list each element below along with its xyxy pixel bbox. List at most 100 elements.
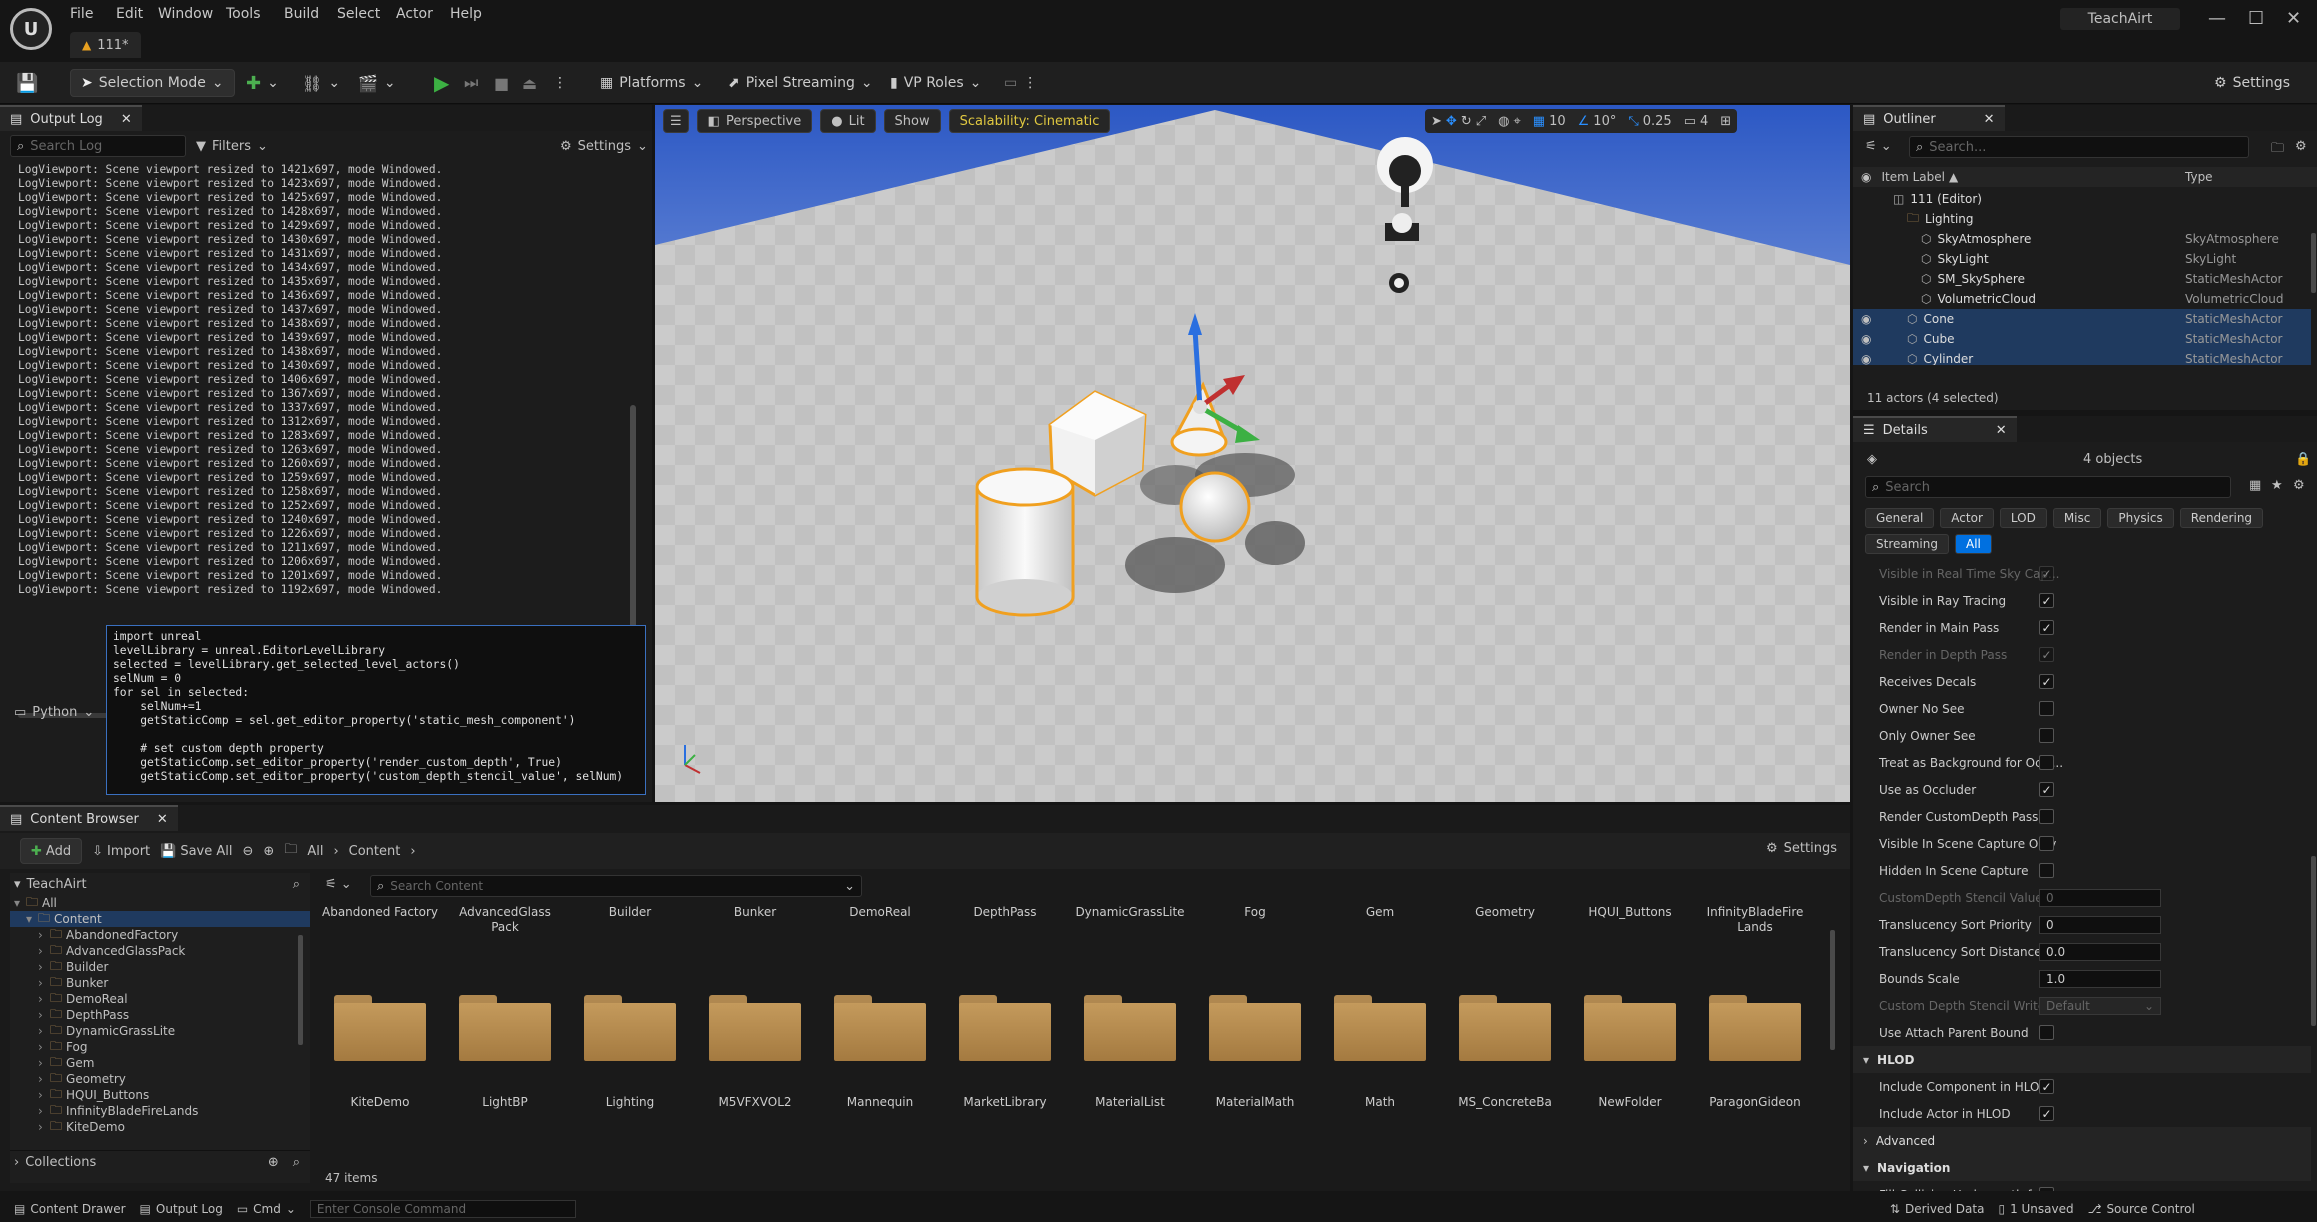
outliner-row[interactable]: ⬡ SkyLight SkyLight — [1853, 249, 2311, 269]
content-search-input[interactable]: ⌕ Search Content ⌄ — [370, 875, 862, 897]
property-checkbox[interactable]: ✓ — [2039, 620, 2054, 635]
selection-mode-dropdown[interactable]: ➤ Selection Mode ⌄ — [70, 69, 235, 97]
close-tab-icon[interactable]: ✕ — [1996, 423, 2007, 438]
category-misc[interactable]: Misc — [2052, 508, 2102, 528]
add-collection-icon[interactable]: ⊕ — [268, 1155, 279, 1170]
eye-icon[interactable]: ◉ — [1861, 352, 1871, 365]
menu-build[interactable]: Build — [284, 6, 319, 22]
property-checkbox[interactable] — [2039, 836, 2054, 851]
camera-speed-icon[interactable]: ▭ — [1684, 114, 1696, 129]
outliner-row[interactable]: ◉ ⬡ Cone StaticMeshActor — [1853, 309, 2311, 329]
property-checkbox[interactable]: ✓ — [2039, 674, 2054, 689]
asset-folder[interactable]: Mannequin — [820, 995, 940, 1155]
asset-scrollbar[interactable] — [1830, 930, 1835, 1050]
select-tool-icon[interactable]: ➤ — [1431, 114, 1442, 129]
chevron-right-icon[interactable]: › — [38, 1088, 50, 1102]
step-button[interactable]: ⏭ — [464, 69, 478, 97]
asset-folder[interactable]: MaterialList — [1070, 995, 1190, 1155]
menu-file[interactable]: File — [70, 6, 93, 22]
close-tab-icon[interactable]: ✕ — [1984, 112, 1995, 127]
property-value-field[interactable]: 0 — [2039, 915, 2161, 934]
asset-label[interactable]: InfinityBladeFire Lands — [1695, 905, 1815, 935]
outliner-row[interactable]: ⬡ SM_SkySphere StaticMeshActor — [1853, 269, 2311, 289]
property-checkbox[interactable]: ✓ — [2039, 647, 2054, 662]
unsaved-button[interactable]: ▯ 1 Unsaved — [1998, 1202, 2073, 1216]
grid-view-icon[interactable]: ▦ — [2249, 478, 2261, 493]
menu-tools[interactable]: Tools — [226, 6, 261, 22]
log-search-input[interactable]: ⌕ Search Log — [10, 135, 186, 157]
add-button[interactable]: ✚ Add — [20, 838, 83, 864]
rotate-tool-icon[interactable]: ↻ — [1461, 114, 1472, 129]
python-mode-selector[interactable]: ▭ Python ⌄ — [14, 702, 94, 722]
chevron-right-icon[interactable]: › — [38, 960, 50, 974]
tree-scrollbar[interactable] — [298, 935, 303, 1045]
chevron-right-icon[interactable]: › — [38, 1056, 50, 1070]
asset-folder[interactable]: MarketLibrary — [945, 995, 1065, 1155]
gear-icon[interactable]: ⚙ — [2295, 139, 2307, 154]
minimize-icon[interactable]: — — [2208, 8, 2226, 29]
outliner-tab[interactable]: ▤ Outliner ✕ — [1853, 105, 2005, 131]
save-all-button[interactable]: 💾 Save All — [160, 844, 232, 859]
chevron-down-icon[interactable]: ▾ — [1863, 1053, 1869, 1067]
property-checkbox[interactable] — [2039, 863, 2054, 878]
import-button[interactable]: ⇩ Import — [92, 844, 150, 859]
content-browser-tab[interactable]: ▤ Content Browser ✕ — [0, 805, 178, 831]
asset-folder[interactable]: M5VFXVOL2 — [695, 995, 815, 1155]
translate-tool-icon[interactable]: ✥ — [1446, 114, 1457, 129]
scale-snap-value[interactable]: 0.25 — [1643, 114, 1672, 129]
scalability-button[interactable]: Scalability: Cinematic — [948, 109, 1111, 133]
extra-tool-icon[interactable]: ▭ ⋮ — [1004, 69, 1037, 97]
asset-label[interactable]: DemoReal — [820, 905, 940, 920]
property-checkbox[interactable] — [2039, 1187, 2054, 1191]
grid-snap-icon[interactable]: ▦ — [1533, 114, 1545, 129]
section-label[interactable]: Navigation — [1877, 1161, 1950, 1175]
chevron-right-icon[interactable]: › — [38, 1008, 50, 1022]
asset-folder[interactable]: ParagonGideon — [1695, 995, 1815, 1155]
asset-label[interactable]: Gem — [1320, 905, 1440, 920]
asset-label[interactable]: Geometry — [1445, 905, 1565, 920]
outliner-filter-icon[interactable]: ⚟ ⌄ — [1865, 139, 1892, 154]
scale-tool-icon[interactable]: ⤢ — [1476, 114, 1486, 129]
rotation-snap-value[interactable]: 10° — [1593, 114, 1616, 129]
item-label-column[interactable]: Item Label — [1881, 170, 1945, 184]
world-local-icon[interactable]: ◍ — [1498, 114, 1509, 129]
level-tab[interactable]: ▲ 111* — [70, 32, 141, 58]
perspective-button[interactable]: ◧ Perspective — [696, 109, 813, 133]
property-checkbox[interactable] — [2039, 755, 2054, 770]
outliner-row[interactable]: ◫ 111 (Editor) — [1853, 189, 2311, 209]
content-settings-button[interactable]: ⚙ Settings — [1766, 841, 1837, 856]
property-checkbox[interactable] — [2039, 809, 2054, 824]
outliner-search-input[interactable]: ⌕ Search... — [1909, 136, 2249, 158]
chevron-right-icon[interactable]: › — [1863, 1134, 1868, 1148]
lit-button[interactable]: ● Lit — [820, 109, 876, 133]
menu-actor[interactable]: Actor — [396, 6, 433, 22]
asset-folder[interactable]: LightBP — [445, 995, 565, 1155]
blueprint-button[interactable]: ⛓ ⌄ — [302, 69, 340, 97]
asset-folder[interactable]: KiteDemo — [320, 995, 440, 1155]
star-icon[interactable]: ★ — [2271, 478, 2283, 493]
category-physics[interactable]: Physics — [2107, 508, 2174, 528]
property-checkbox[interactable] — [2039, 728, 2054, 743]
outliner-row[interactable]: ◉ ⬡ Cube StaticMeshActor — [1853, 329, 2311, 349]
breadcrumb-all[interactable]: All — [307, 844, 323, 859]
cinematics-button[interactable]: 🎬 ⌄ — [358, 69, 396, 97]
property-select[interactable]: Default ⌄ — [2039, 996, 2161, 1015]
source-control-button[interactable]: ⎇ Source Control — [2088, 1202, 2195, 1216]
menu-help[interactable]: Help — [450, 6, 482, 22]
show-button[interactable]: Show — [883, 109, 941, 133]
property-value-field[interactable]: 1.0 — [2039, 969, 2161, 988]
maximize-icon[interactable]: ☐ — [2248, 8, 2264, 29]
property-checkbox[interactable]: ✓ — [2039, 593, 2054, 608]
details-search-input[interactable]: ⌕ Search — [1865, 476, 2231, 498]
eye-icon[interactable]: ◉ — [1861, 312, 1871, 326]
output-log-button[interactable]: ▤ Output Log — [140, 1202, 223, 1216]
close-tab-icon[interactable]: ✕ — [121, 112, 132, 127]
asset-label[interactable]: DepthPass — [945, 905, 1065, 920]
category-lod[interactable]: LOD — [1999, 508, 2047, 528]
toolbar-settings-button[interactable]: ⚙ Settings — [2214, 69, 2290, 97]
asset-label[interactable]: DynamicGrassLite — [1070, 905, 1190, 920]
chevron-right-icon[interactable]: ▾ — [14, 896, 26, 910]
forward-icon[interactable]: ⊕ — [263, 844, 274, 859]
eye-icon[interactable]: ◉ — [1861, 332, 1871, 346]
content-drawer-button[interactable]: ▤ Content Drawer — [14, 1202, 126, 1216]
